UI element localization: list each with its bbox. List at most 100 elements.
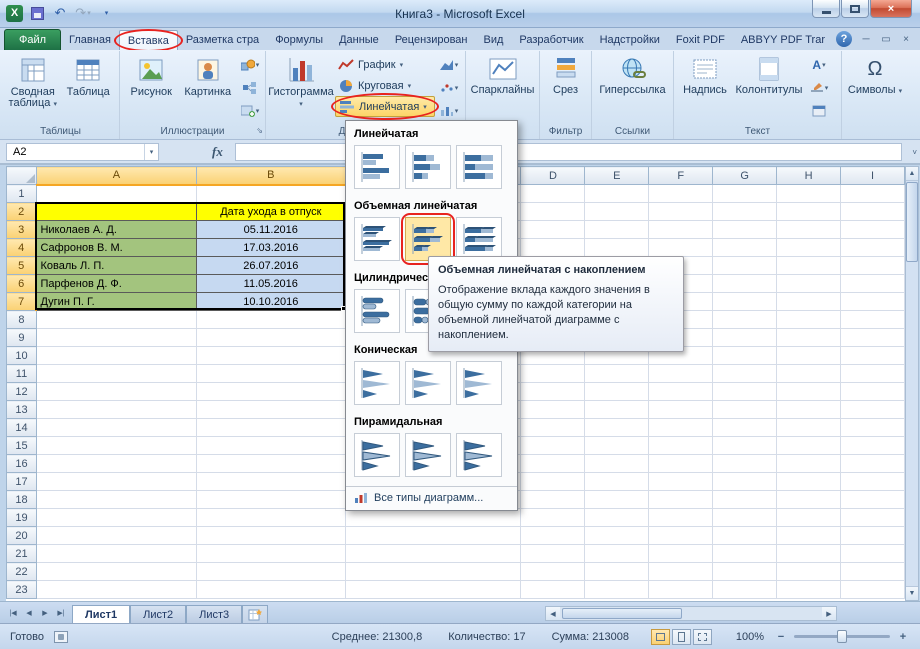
cell-G21[interactable] [712,544,778,563]
horizontal-scrollbar-thumb[interactable] [562,608,682,619]
tab-developer[interactable]: Разработчик [511,30,591,50]
cell-G2[interactable] [712,202,778,221]
column-header-I[interactable]: I [840,166,905,185]
cell-G7[interactable] [712,292,778,311]
cell-D16[interactable] [520,454,586,473]
row-header-10[interactable]: 10 [6,346,37,365]
cell-C19[interactable] [345,508,522,527]
cell-E1[interactable] [584,184,650,203]
cell-G10[interactable] [712,346,778,365]
cell-B3[interactable]: 05.11.2016 [195,220,346,239]
cell-I10[interactable] [840,346,905,365]
cell-E16[interactable] [584,454,650,473]
row-header-15[interactable]: 15 [6,436,37,455]
cell-G12[interactable] [712,382,778,401]
cell-E11[interactable] [584,364,650,383]
column-header-E[interactable]: E [584,166,650,185]
sheet-tab-sheet2[interactable]: Лист2 [130,604,187,624]
cell-D11[interactable] [520,364,586,383]
maximize-button[interactable] [841,0,869,18]
cell-A7[interactable]: Дугин П. Г. [35,292,197,311]
other-charts-button[interactable]: ▾ [437,100,461,121]
cell-I17[interactable] [840,472,905,491]
column-header-D[interactable]: D [520,166,586,185]
row-header-4[interactable]: 4 [6,238,38,257]
column-header-F[interactable]: F [648,166,714,185]
cell-B5[interactable]: 26.07.2016 [195,256,346,275]
minimize-button[interactable] [812,0,840,18]
cell-I3[interactable] [840,220,905,239]
cell-D3[interactable] [520,220,586,239]
row-header-16[interactable]: 16 [6,454,37,473]
cell-G18[interactable] [712,490,778,509]
chart-type-bar-2d-stacked[interactable] [405,145,451,189]
cell-F1[interactable] [648,184,714,203]
cell-G1[interactable] [712,184,778,203]
cell-B14[interactable] [196,418,346,437]
scroll-down-icon[interactable]: ▼ [906,586,918,600]
cell-E22[interactable] [584,562,650,581]
cell-A21[interactable] [36,544,197,563]
cell-A5[interactable]: Коваль Л. П. [35,256,197,275]
close-button[interactable]: × [870,0,912,18]
cell-F2[interactable] [648,202,714,221]
cell-I18[interactable] [840,490,905,509]
row-header-5[interactable]: 5 [6,256,38,275]
cell-B19[interactable] [196,508,346,527]
cell-B11[interactable] [196,364,346,383]
cell-I15[interactable] [840,436,905,455]
area-chart-button[interactable]: ▾ [437,54,461,75]
row-header-7[interactable]: 7 [6,292,38,311]
cell-G15[interactable] [712,436,778,455]
chart-type-bar-2d-clustered[interactable] [354,145,400,189]
row-header-14[interactable]: 14 [6,418,37,437]
cell-B21[interactable] [196,544,346,563]
chart-type-bar-cone-100[interactable] [456,361,502,405]
cell-I12[interactable] [840,382,905,401]
cell-B1[interactable] [196,184,346,203]
row-header-20[interactable]: 20 [6,526,37,545]
cell-E15[interactable] [584,436,650,455]
cell-F18[interactable] [648,490,714,509]
cell-A22[interactable] [36,562,197,581]
cell-F3[interactable] [648,220,714,239]
cell-B6[interactable]: 11.05.2016 [195,274,346,293]
cell-H7[interactable] [776,292,842,311]
cell-D19[interactable] [520,508,586,527]
scroll-up-icon[interactable]: ▲ [906,167,918,181]
scroll-left-icon[interactable]: ◀ [546,607,560,620]
cell-F11[interactable] [648,364,714,383]
cell-I16[interactable] [840,454,905,473]
formula-bar-expand-icon[interactable]: ˅ [912,148,917,157]
prev-sheet-button[interactable]: ◀ [22,606,36,620]
cell-A6[interactable]: Парфенов Д. Ф. [35,274,197,293]
illustrations-dialog-launcher-icon[interactable]: ⇘ [256,124,263,137]
cell-H11[interactable] [776,364,842,383]
insert-function-button[interactable]: fx [212,144,223,160]
cell-D1[interactable] [520,184,586,203]
cell-H4[interactable] [776,238,842,257]
cell-G16[interactable] [712,454,778,473]
cell-I22[interactable] [840,562,905,581]
cell-H18[interactable] [776,490,842,509]
cell-D4[interactable] [520,238,586,257]
workbook-close-button[interactable]: × [898,32,914,46]
cell-E12[interactable] [584,382,650,401]
cell-B9[interactable] [196,328,346,347]
scroll-right-icon[interactable]: ▶ [822,607,836,620]
cell-H14[interactable] [776,418,842,437]
smartart-button[interactable] [238,77,262,98]
zoom-thumb[interactable] [837,630,847,643]
sheet-tab-sheet3[interactable]: Лист3 [186,604,243,624]
cell-I11[interactable] [840,364,905,383]
name-box[interactable]: A2 ▾ [6,143,159,161]
cell-E3[interactable] [584,220,650,239]
cell-A10[interactable] [36,346,197,365]
formula-input[interactable] [235,143,902,161]
cell-A3[interactable]: Николаев А. Д. [35,220,197,239]
cell-I8[interactable] [840,310,905,329]
select-all-corner[interactable] [6,166,37,185]
horizontal-scrollbar[interactable]: ◀ ▶ [545,606,837,621]
cell-A16[interactable] [36,454,197,473]
tab-abbyy-pdf[interactable]: ABBYY PDF Trar [733,30,833,50]
